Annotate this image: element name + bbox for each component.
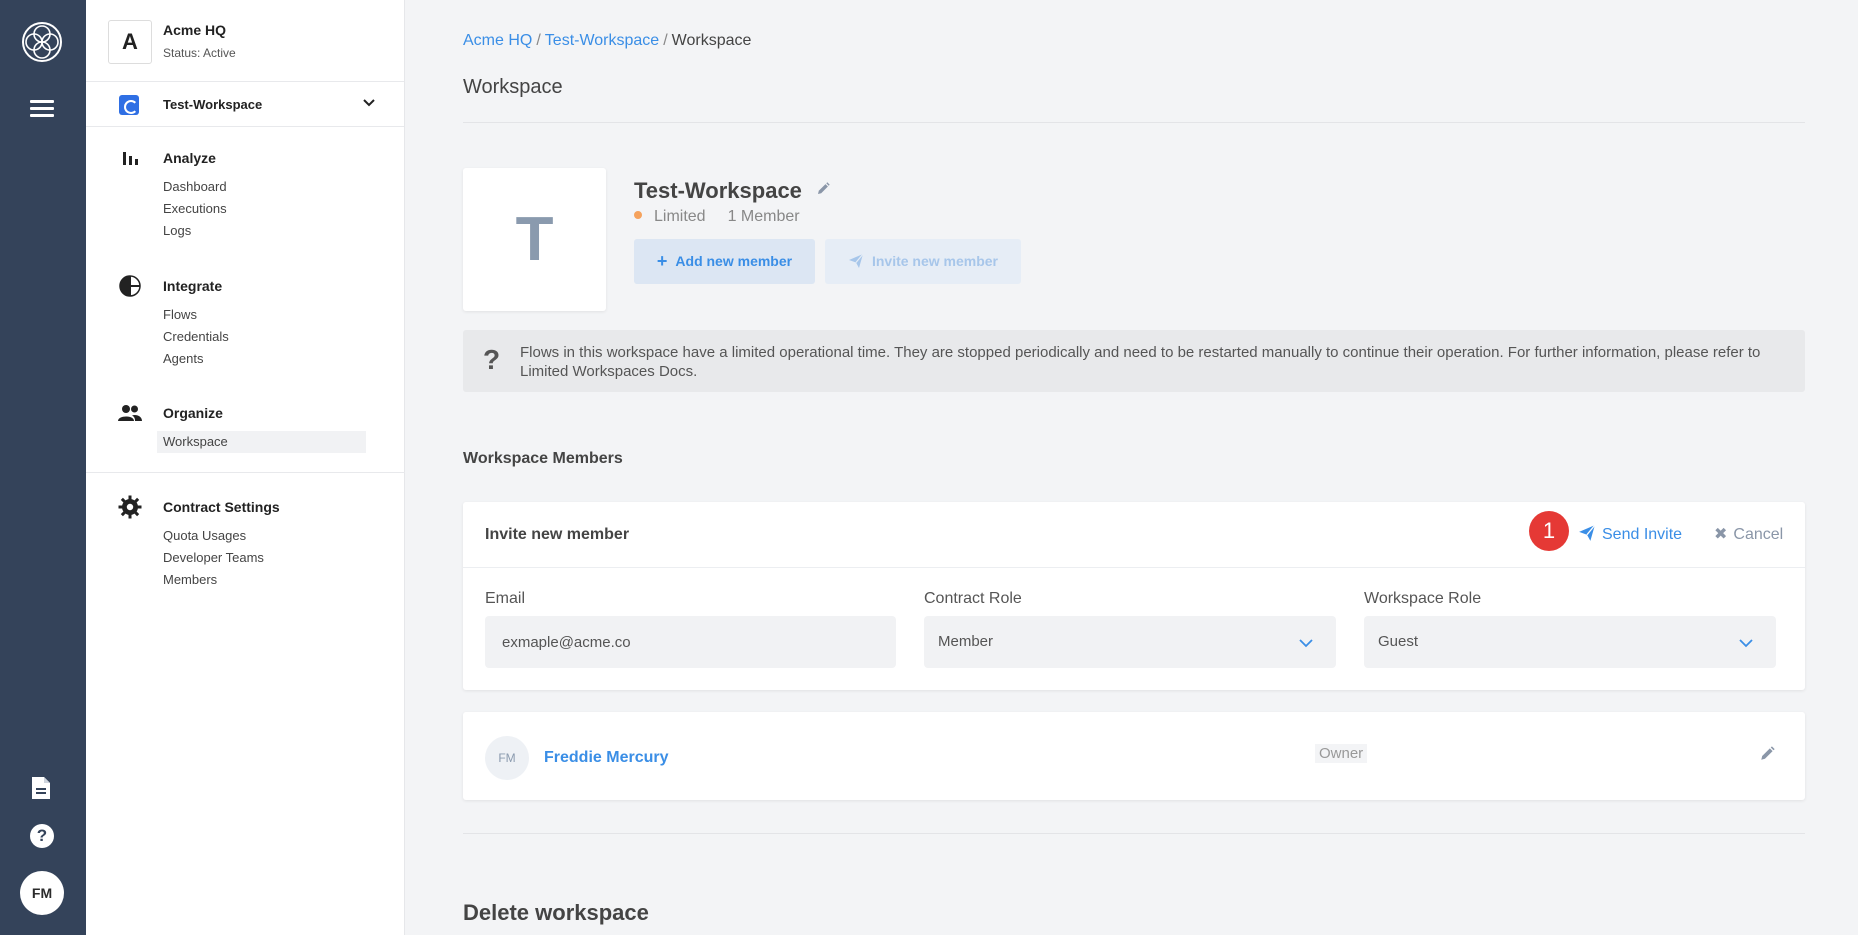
sidebar-item-flows[interactable]: Flows [163, 304, 229, 326]
breadcrumb-current: Workspace [671, 32, 752, 49]
left-rail: ? FM [0, 0, 86, 935]
sidebar-item-developer-teams[interactable]: Developer Teams [163, 547, 264, 569]
invite-form-title: Invite new member [485, 526, 630, 543]
invite-member-form: Invite new member 1 Send Invite ✖ Cancel … [463, 502, 1805, 690]
workspace-name: Test-Workspace [634, 178, 802, 203]
sidebar-item-credentials[interactable]: Credentials [163, 326, 229, 348]
people-icon [118, 405, 142, 421]
question-icon: ? [483, 344, 501, 375]
member-row: FM Freddie Mercury Owner [463, 712, 1805, 800]
sidebar-item-executions[interactable]: Executions [163, 198, 227, 220]
notice-text: Flows in this workspace have a limited o… [520, 344, 1761, 380]
sidebar: A Acme HQ Status: Active Test-Workspace … [86, 0, 405, 935]
chevron-down-icon [363, 99, 375, 107]
chevron-down-icon [1739, 639, 1753, 648]
sidebar-section-title: Contract Settings [163, 499, 280, 515]
breadcrumb-link-workspace[interactable]: Test-Workspace [545, 32, 659, 49]
workspace-meta: Limited 1 Member [634, 208, 800, 226]
pencil-icon[interactable] [1759, 746, 1775, 762]
help-icon[interactable]: ? [30, 824, 54, 848]
sidebar-item-quota-usages[interactable]: Quota Usages [163, 525, 264, 547]
contract-role-select[interactable]: Member [924, 616, 1336, 668]
pencil-icon[interactable] [816, 182, 830, 196]
invite-new-member-button[interactable]: Invite new member [825, 239, 1021, 284]
workspace-role-label: Workspace Role [1364, 590, 1482, 607]
chevron-down-icon [1299, 639, 1313, 648]
email-label: Email [485, 590, 526, 607]
workspace-role-value: Guest [1378, 633, 1419, 650]
sidebar-section-title: Organize [163, 405, 223, 421]
invite-form-header: Invite new member 1 Send Invite ✖ Cancel [463, 502, 1805, 568]
org-name: Acme HQ [163, 22, 227, 38]
workspace-role-select[interactable]: Guest [1364, 616, 1776, 668]
step-badge: 1 [1529, 511, 1569, 551]
contract-role-value: Member [938, 633, 994, 650]
breadcrumb: Acme HQ / Test-Workspace / Workspace [463, 32, 752, 49]
divider [463, 122, 1805, 123]
invite-new-member-label: Invite new member [871, 253, 999, 269]
sidebar-section-title: Analyze [163, 150, 216, 166]
menu-icon[interactable] [30, 100, 54, 118]
workspace-type: Limited [654, 208, 706, 225]
sidebar-item-members[interactable]: Members [163, 569, 264, 591]
paper-plane-icon [848, 253, 864, 268]
gear-icon [118, 495, 142, 519]
add-new-member-button[interactable]: + Add new member [634, 239, 815, 284]
sidebar-divider [86, 472, 405, 473]
sidebar-section-title: Integrate [163, 278, 223, 294]
member-name-link[interactable]: Freddie Mercury [544, 749, 668, 767]
member-avatar: FM [485, 736, 529, 780]
workspace-title: Test-Workspace [634, 178, 830, 204]
breadcrumb-link-org[interactable]: Acme HQ [463, 32, 532, 49]
page-title: Workspace [463, 76, 563, 98]
workspace-avatar: T [463, 168, 606, 311]
contract-role-label: Contract Role [924, 590, 1022, 607]
app-logo-icon[interactable] [20, 20, 64, 64]
workspace-selector[interactable]: Test-Workspace [86, 82, 404, 127]
org-avatar: A [108, 20, 152, 64]
org-status: Status: Active [163, 46, 236, 60]
sidebar-item-workspace[interactable]: Workspace [157, 431, 366, 453]
sidebar-item-dashboard[interactable]: Dashboard [163, 176, 227, 198]
document-icon[interactable] [30, 776, 52, 800]
workspace-selector-name: Test-Workspace [163, 97, 263, 112]
workspace-icon [119, 95, 139, 115]
email-field[interactable] [485, 616, 896, 668]
member-role-badge: Owner [1315, 744, 1368, 763]
plus-icon: + [656, 251, 668, 271]
divider [463, 833, 1805, 834]
limited-workspace-notice: ? Flows in this workspace have a limited… [463, 330, 1805, 392]
sidebar-item-logs[interactable]: Logs [163, 220, 227, 242]
workspace-members-title: Workspace Members [463, 450, 623, 467]
limited-status-dot [634, 211, 642, 219]
close-icon: ✖ [1714, 526, 1728, 543]
org-header[interactable]: A Acme HQ Status: Active [86, 0, 404, 82]
workspace-member-count: 1 Member [727, 208, 800, 225]
send-invite-button[interactable]: Send Invite [1578, 524, 1682, 544]
pie-chart-icon [119, 275, 141, 297]
send-invite-label: Send Invite [1602, 526, 1683, 543]
add-new-member-label: Add new member [675, 253, 793, 269]
user-avatar[interactable]: FM [20, 871, 64, 915]
delete-workspace-title: Delete workspace [463, 900, 649, 925]
paper-plane-icon [1579, 524, 1596, 541]
cancel-label: Cancel [1733, 526, 1784, 543]
sidebar-item-agents[interactable]: Agents [163, 348, 229, 370]
cancel-button[interactable]: ✖ Cancel [1714, 524, 1783, 544]
email-field-wrapper [485, 616, 896, 668]
bar-chart-icon [123, 152, 138, 165]
